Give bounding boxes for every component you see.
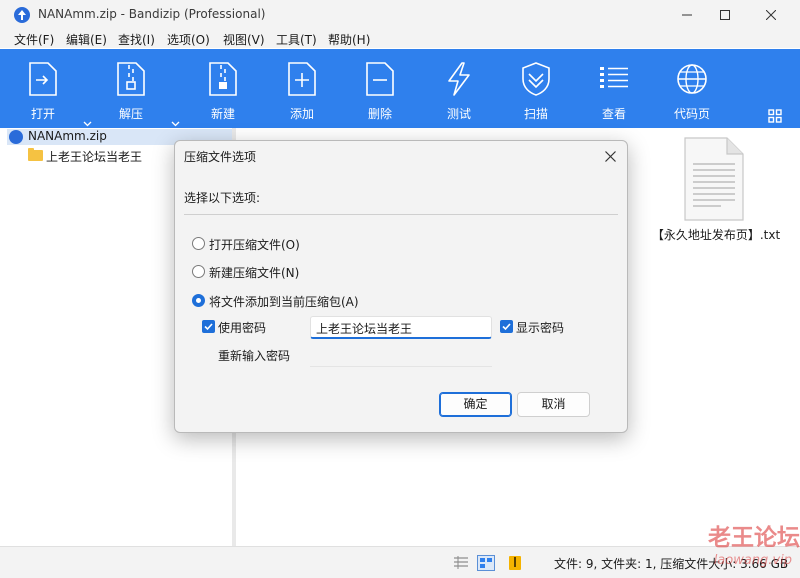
codepage-label: 代码页 — [673, 107, 710, 121]
use-password-label: 使用密码 — [218, 321, 267, 335]
password-value: 上老王论坛当老王 — [316, 322, 413, 336]
show-password-label: 显示密码 — [516, 321, 565, 335]
close-window-button[interactable] — [748, 0, 794, 30]
file-item[interactable]: 【永久地址发布页】.txt — [646, 132, 786, 252]
tree-folder-label: 上老王论坛当老王 — [46, 150, 143, 164]
dialog-close-button[interactable] — [601, 147, 619, 165]
new-archive-icon — [209, 62, 237, 96]
checkbox-checked[interactable] — [202, 320, 215, 333]
menu-tools[interactable]: 工具(T) — [276, 31, 317, 48]
ok-button[interactable]: 确定 — [439, 392, 512, 417]
icon-view-icon[interactable] — [477, 555, 495, 571]
checkbox-checked[interactable] — [500, 320, 513, 333]
open-dropdown-arrow-icon[interactable] — [83, 121, 92, 127]
checkmark-icon — [502, 323, 511, 331]
archive-info-icon[interactable] — [506, 555, 524, 571]
compress-options-dialog: 压缩文件选项 选择以下选项: 打开压缩文件(O) 新建压缩文件(N) 将文件添加… — [174, 140, 628, 433]
watermark-url: laowang.vip — [713, 553, 792, 568]
codepage-button[interactable]: 代码页 — [666, 49, 718, 128]
globe-icon — [677, 64, 707, 94]
close-icon — [604, 150, 616, 162]
details-view-icon[interactable] — [452, 555, 470, 571]
view-label: 查看 — [601, 107, 626, 121]
extract-label: 解压 — [118, 107, 143, 121]
dialog-title: 压缩文件选项 — [184, 150, 257, 164]
open-button[interactable]: 打开 — [20, 49, 66, 128]
test-icon — [448, 62, 470, 96]
layout-grid-icon[interactable] — [768, 109, 782, 123]
watermark: 老王论坛 — [708, 524, 800, 551]
radio-button[interactable] — [192, 237, 205, 250]
tree-root-label: NANAmm.zip — [28, 129, 107, 143]
scan-label: 扫描 — [523, 107, 548, 121]
delete-button[interactable]: 删除 — [357, 49, 403, 128]
radio-label: 将文件添加到当前压缩包(A) — [209, 295, 359, 309]
reenter-password-input[interactable] — [310, 344, 492, 367]
scan-shield-icon — [522, 62, 550, 96]
extract-icon — [117, 62, 145, 96]
password-input[interactable]: 上老王论坛当老王 — [310, 316, 492, 339]
radio-label: 打开压缩文件(O) — [209, 238, 300, 252]
menu-bar: 文件(F) 编辑(E) 查找(I) 选项(O) 视图(V) 工具(T) 帮助(H… — [0, 30, 800, 48]
view-list-icon — [600, 67, 628, 88]
menu-view[interactable]: 视图(V) — [223, 31, 265, 48]
new-archive-button[interactable]: 新建 — [200, 49, 246, 128]
window-title: NANAmm.zip - Bandizip (Professional) — [38, 7, 266, 21]
bandizip-logo-icon — [14, 7, 30, 23]
add-label: 添加 — [289, 107, 314, 121]
radio-button-selected[interactable] — [192, 294, 205, 307]
file-name: 【永久地址发布页】.txt — [651, 228, 781, 242]
menu-options[interactable]: 选项(O) — [167, 31, 210, 48]
radio-button[interactable] — [192, 265, 205, 278]
section-label: 选择以下选项: — [184, 191, 261, 205]
menu-file[interactable]: 文件(F) — [14, 31, 54, 48]
radio-label: 新建压缩文件(N) — [209, 266, 300, 280]
folder-icon — [28, 148, 43, 161]
new-archive-label: 新建 — [210, 107, 235, 121]
extract-dropdown-arrow-icon[interactable] — [171, 121, 180, 127]
title-bar: NANAmm.zip - Bandizip (Professional) — [0, 0, 800, 30]
archive-icon — [9, 130, 23, 144]
open-icon — [29, 62, 57, 96]
extract-button[interactable]: 解压 — [108, 49, 154, 128]
scan-button[interactable]: 扫描 — [513, 49, 559, 128]
delete-label: 删除 — [367, 107, 392, 121]
menu-find[interactable]: 查找(I) — [118, 31, 155, 48]
test-label: 测试 — [446, 107, 471, 121]
maximize-button[interactable] — [702, 0, 748, 30]
test-button[interactable]: 测试 — [436, 49, 482, 128]
view-button[interactable]: 查看 — [591, 49, 637, 128]
text-file-icon — [684, 137, 744, 221]
open-label: 打开 — [30, 107, 55, 121]
reenter-password-label: 重新输入密码 — [218, 349, 291, 363]
section-divider — [184, 214, 618, 215]
menu-help[interactable]: 帮助(H) — [328, 31, 370, 48]
delete-file-icon — [366, 62, 394, 96]
toolbar: 打开 解压 新建 添加 删除 测试 扫描 查看 代码页 — [0, 49, 800, 128]
cancel-button[interactable]: 取消 — [517, 392, 590, 417]
checkmark-icon — [204, 323, 213, 331]
menu-edit[interactable]: 编辑(E) — [66, 31, 107, 48]
add-file-icon — [288, 62, 316, 96]
add-button[interactable]: 添加 — [279, 49, 325, 128]
